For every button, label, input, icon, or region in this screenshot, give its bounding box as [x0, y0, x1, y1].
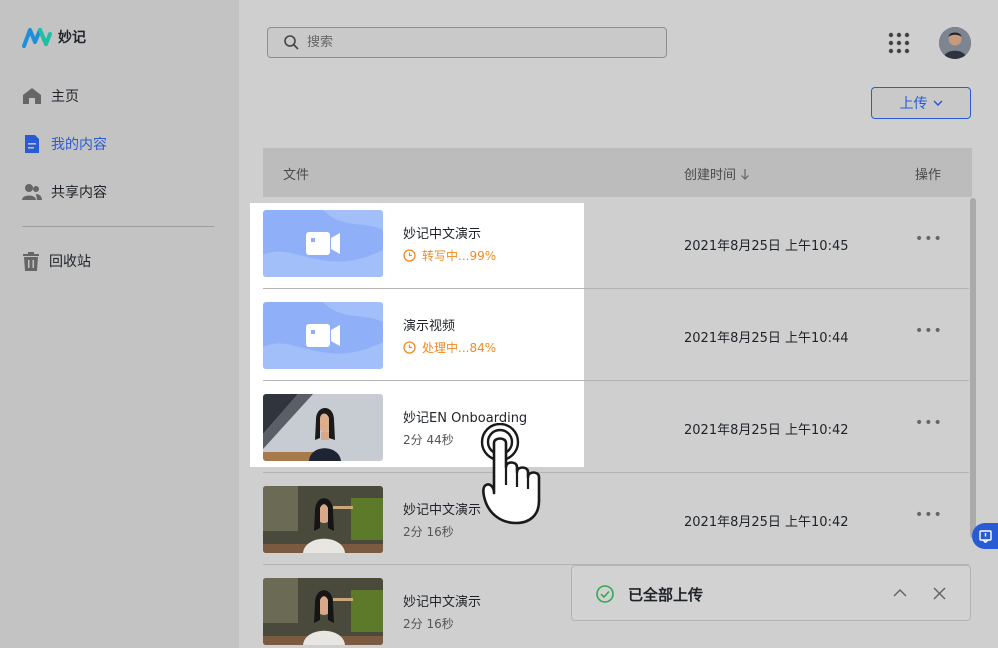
trash-icon: [23, 251, 39, 271]
created-time: 2021年8月25日 上午10:45: [684, 239, 849, 254]
miaoji-logo-icon: [22, 28, 52, 48]
sidebar-item-trash[interactable]: 回收站: [22, 249, 91, 273]
sidebar-item-label: 我的内容: [51, 137, 107, 153]
file-title[interactable]: 妙记中文演示: [403, 499, 481, 518]
sidebar-item-shared[interactable]: 共享内容: [22, 180, 107, 204]
people-icon: [22, 184, 42, 200]
scrollbar[interactable]: [970, 198, 976, 538]
video-thumbnail[interactable]: [263, 578, 383, 645]
hand-pointer-icon: [480, 423, 541, 525]
search-box[interactable]: [267, 27, 667, 58]
table-row[interactable]: 妙记中文演示 转写中...99% 2021年8月25日 上午10:45 •••: [263, 197, 969, 289]
upload-label: 上传: [899, 96, 928, 112]
file-duration: 2分 16秒: [403, 617, 454, 631]
search-icon: [284, 35, 299, 50]
person-office-image: [263, 394, 383, 461]
video-thumbnail[interactable]: [263, 210, 383, 277]
video-placeholder-image: [263, 302, 383, 369]
video-thumbnail[interactable]: [263, 394, 383, 461]
file-status: 处理中...84%: [403, 339, 496, 356]
upload-complete-toast: 已全部上传: [571, 565, 971, 621]
created-time: 2021年8月25日 上午10:42: [684, 515, 849, 530]
column-header-file: 文件: [283, 168, 310, 183]
file-title[interactable]: 妙记中文演示: [403, 223, 481, 242]
table-row[interactable]: 妙记EN Onboarding 2分 44秒 2021年8月25日 上午10:4…: [263, 381, 969, 473]
user-avatar[interactable]: [939, 27, 971, 59]
feedback-icon: [979, 530, 992, 543]
file-duration: 2分 44秒: [403, 433, 454, 447]
file-title[interactable]: 演示视频: [403, 315, 455, 334]
created-time: 2021年8月25日 上午10:42: [684, 423, 849, 438]
table-row[interactable]: 妙记中文演示 2分 16秒 2021年8月25日 上午10:42 •••: [263, 473, 969, 565]
video-placeholder-image: [263, 210, 383, 277]
more-actions-icon[interactable]: •••: [915, 231, 943, 247]
file-status: 转写中...99%: [403, 247, 496, 264]
toast-message: 已全部上传: [628, 586, 704, 604]
video-thumbnail[interactable]: [263, 302, 383, 369]
app-logo[interactable]: 妙记: [22, 26, 86, 48]
sidebar-item-label: 主页: [51, 89, 79, 105]
clock-icon: [403, 249, 416, 262]
column-header-created[interactable]: 创建时间: [684, 164, 750, 183]
person-office-image: [263, 578, 383, 645]
column-header-created-label: 创建时间: [684, 168, 737, 183]
sidebar-item-label: 共享内容: [51, 185, 107, 201]
chevron-down-icon: [932, 100, 943, 106]
sidebar-item-home[interactable]: 主页: [22, 84, 79, 108]
clock-icon: [403, 341, 416, 354]
more-actions-icon[interactable]: •••: [915, 507, 943, 523]
home-icon: [23, 88, 41, 104]
video-thumbnail[interactable]: [263, 486, 383, 553]
table-header: 文件 创建时间 操作: [263, 148, 972, 197]
apps-grid-button[interactable]: [888, 32, 910, 58]
sidebar: 妙记 主页 我的内容 共享内容 回收站: [0, 0, 239, 648]
column-header-actions: 操作: [915, 168, 942, 183]
person-office-image: [263, 486, 383, 553]
search-input[interactable]: [307, 35, 637, 50]
check-circle-icon: [596, 585, 614, 603]
table-row[interactable]: 演示视频 处理中...84% 2021年8月25日 上午10:44 •••: [263, 289, 969, 381]
file-title[interactable]: 妙记中文演示: [403, 591, 481, 610]
arrow-down-icon: [741, 168, 749, 180]
file-duration: 2分 16秒: [403, 525, 454, 539]
created-time: 2021年8月25日 上午10:44: [684, 331, 849, 346]
sidebar-divider: [22, 226, 214, 227]
apps-grid-icon: [888, 32, 910, 54]
video-camera-icon: [306, 232, 340, 255]
video-camera-icon: [306, 324, 340, 347]
avatar-image: [939, 27, 971, 59]
upload-button[interactable]: 上传: [871, 87, 971, 119]
chevron-up-icon[interactable]: [893, 588, 907, 597]
sidebar-item-my-content[interactable]: 我的内容: [22, 132, 107, 156]
status-text: 转写中...99%: [422, 249, 497, 263]
feedback-button[interactable]: [972, 523, 998, 549]
status-text: 处理中...84%: [422, 341, 497, 355]
app-name: 妙记: [58, 30, 86, 46]
document-icon: [25, 135, 39, 153]
more-actions-icon[interactable]: •••: [915, 415, 943, 431]
close-icon[interactable]: [933, 587, 946, 600]
sidebar-item-label: 回收站: [49, 254, 91, 270]
more-actions-icon[interactable]: •••: [915, 323, 943, 339]
